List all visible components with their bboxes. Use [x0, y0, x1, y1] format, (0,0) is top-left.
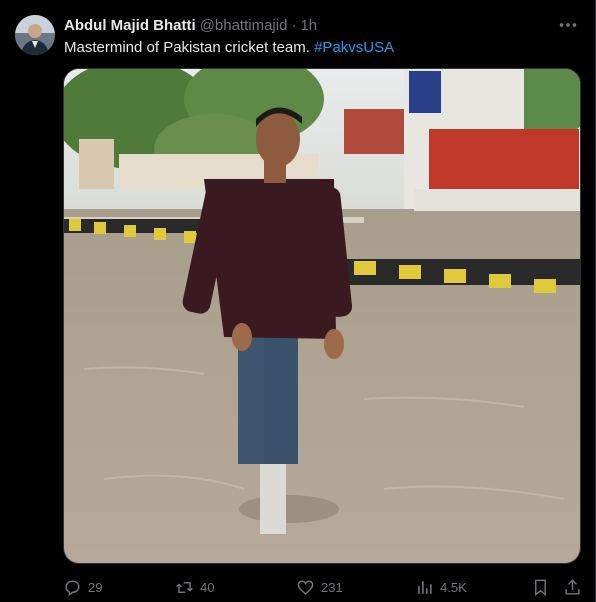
reply-count: 29 — [88, 579, 103, 595]
author-name[interactable]: Abdul Majid Bhatti — [64, 17, 196, 34]
bookmark-button[interactable] — [531, 578, 550, 597]
post-video[interactable] — [63, 68, 581, 564]
tweet[interactable]: Abdul Majid Bhatti @bhattimajid · 1h Mas… — [0, 0, 596, 602]
like-count: 231 — [321, 579, 343, 595]
action-bar: 29 40 231 4.5K — [63, 574, 580, 600]
post-time[interactable]: 1h — [300, 17, 317, 34]
repost-count: 40 — [200, 579, 215, 595]
post-body: Mastermind of Pakistan cricket team. — [64, 39, 310, 56]
separator-dot: · — [291, 16, 297, 34]
heart-icon — [297, 579, 314, 595]
reply-icon — [65, 579, 80, 596]
views-icon — [418, 580, 432, 594]
views-button[interactable]: 4.5K — [415, 578, 467, 597]
views-count: 4.5K — [440, 579, 467, 595]
reply-button[interactable]: 29 — [63, 578, 102, 597]
like-button[interactable]: 231 — [296, 578, 343, 597]
post-header: Abdul Majid Bhatti @bhattimajid · 1h — [64, 14, 555, 36]
hashtag-link[interactable]: #PakvsUSA — [314, 39, 394, 56]
repost-button[interactable]: 40 — [175, 578, 214, 597]
bookmark-icon — [535, 579, 546, 596]
repost-icon — [176, 581, 193, 593]
video-frame — [64, 69, 580, 563]
post-text: Mastermind of Pakistan cricket team. #Pa… — [64, 38, 394, 58]
avatar[interactable] — [15, 15, 55, 55]
author-handle[interactable]: @bhattimajid — [200, 17, 288, 34]
share-button[interactable] — [563, 578, 582, 597]
more-horizontal-icon[interactable] — [557, 14, 579, 36]
share-icon — [565, 578, 580, 595]
